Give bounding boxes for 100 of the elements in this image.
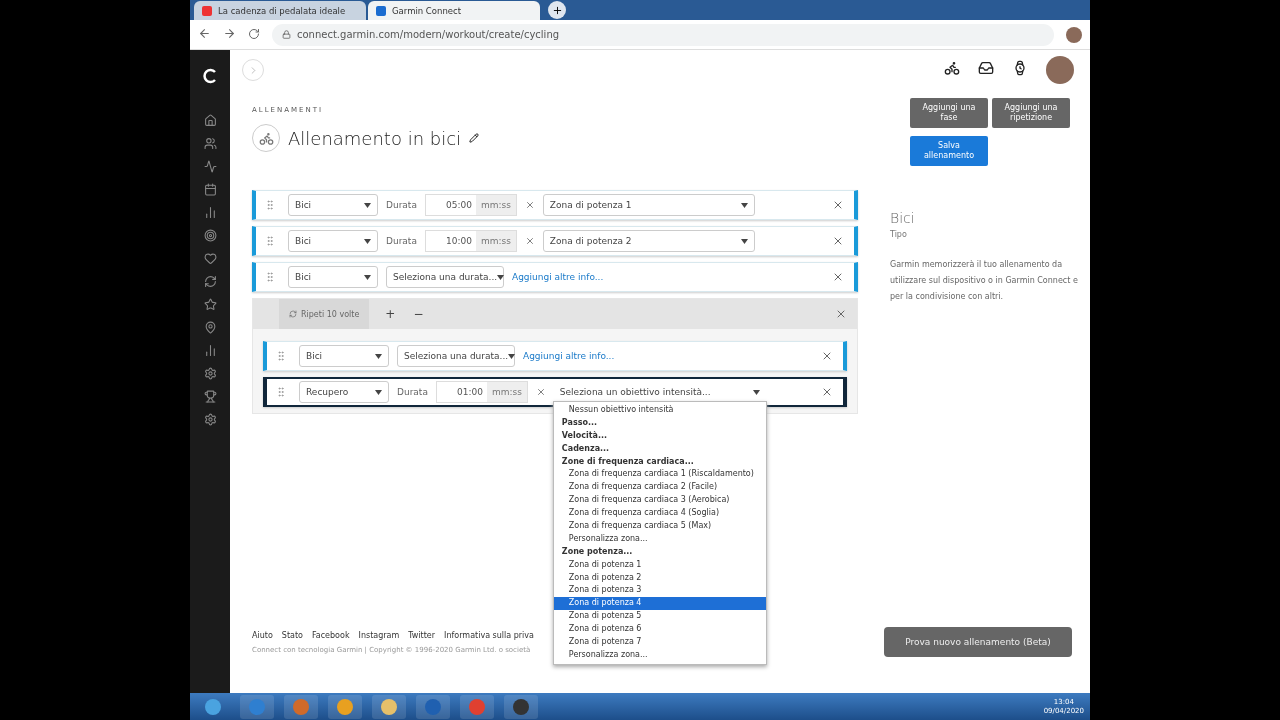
profile-avatar[interactable] bbox=[1046, 56, 1074, 84]
add-info-link[interactable]: Aggiungi altre info... bbox=[512, 272, 604, 282]
dropdown-option[interactable]: Zona di frequenza cardiaca 2 (Facile) bbox=[553, 481, 766, 495]
dropdown-option[interactable]: Velocità... bbox=[553, 429, 766, 443]
caret-icon bbox=[740, 238, 748, 244]
footer-link[interactable]: Stato bbox=[281, 630, 303, 640]
dropdown-option[interactable]: Zona di potenza 6 bbox=[553, 623, 766, 637]
repeat-count-text: Ripeti 10 volte bbox=[301, 309, 360, 319]
duration-select[interactable]: Seleziona una durata... bbox=[386, 266, 504, 288]
nav-icon[interactable] bbox=[203, 413, 217, 426]
nav-icon[interactable] bbox=[203, 114, 217, 127]
repeat-count-label[interactable]: Ripeti 10 volte bbox=[279, 299, 370, 329]
dropdown-option[interactable]: Personalizza zona... bbox=[553, 648, 766, 662]
dropdown-option[interactable]: Zona di potenza 2 bbox=[553, 571, 766, 585]
dropdown-option[interactable]: Passo... bbox=[553, 416, 766, 430]
clear-icon[interactable] bbox=[524, 200, 535, 210]
dropdown-option[interactable]: Cadenza... bbox=[553, 442, 766, 456]
edit-icon[interactable] bbox=[469, 133, 480, 143]
duration-field[interactable]: 05:00 mm:ss bbox=[424, 194, 517, 216]
footer-link[interactable]: Instagram bbox=[358, 630, 400, 640]
nav-icon[interactable] bbox=[203, 183, 217, 196]
taskbar-app-icon[interactable] bbox=[504, 694, 538, 719]
caret-icon bbox=[752, 389, 760, 395]
caret-icon bbox=[508, 353, 516, 359]
beta-button[interactable]: Prova nuovo allenamento (Beta) bbox=[884, 627, 1072, 657]
caret-icon bbox=[740, 202, 748, 208]
dropdown-option[interactable]: Zona di frequenza cardiaca 3 (Aerobica) bbox=[553, 494, 766, 508]
close-icon[interactable] bbox=[832, 271, 844, 283]
dropdown-option[interactable]: Zone di frequenza cardiaca... bbox=[553, 455, 766, 469]
caret-icon bbox=[364, 202, 371, 208]
dropdown-option[interactable]: Zona di frequenza cardiaca 4 (Soglia) bbox=[553, 507, 766, 520]
target-select[interactable]: Zona di potenza 2 bbox=[542, 230, 755, 252]
nav-icon[interactable] bbox=[203, 229, 217, 242]
browser-tab[interactable]: La cadenza di pedalata ideale bbox=[194, 1, 366, 20]
duration-select[interactable]: Seleziona una durata... bbox=[397, 345, 515, 367]
caret-icon bbox=[364, 238, 371, 244]
nav-icon[interactable] bbox=[203, 298, 217, 311]
footer-link[interactable]: Facebook bbox=[311, 630, 350, 640]
favicon-icon bbox=[376, 5, 386, 16]
taskbar-app-icon[interactable] bbox=[328, 694, 362, 719]
dropdown-option[interactable]: Zona di potenza 7 bbox=[553, 636, 766, 649]
dropdown-option[interactable]: Zona di potenza 5 bbox=[553, 610, 766, 624]
dropdown-option[interactable]: Zone potenza... bbox=[553, 545, 766, 559]
duration-label: Durata bbox=[386, 200, 417, 210]
nav-icon[interactable] bbox=[203, 275, 217, 288]
repeat-icon bbox=[289, 310, 297, 318]
clear-icon[interactable] bbox=[535, 387, 546, 397]
duration-field[interactable]: 10:00 mm:ss bbox=[424, 230, 517, 252]
action-button[interactable]: Salva allenamento bbox=[910, 136, 988, 166]
nav-icon[interactable] bbox=[203, 160, 217, 173]
dropdown-option[interactable]: Personalizza zona... bbox=[553, 532, 766, 546]
favicon-icon bbox=[202, 5, 212, 16]
nav-icon[interactable] bbox=[203, 137, 217, 150]
dropdown-option[interactable]: Zona di frequenza cardiaca 1 (Riscaldamento) bbox=[553, 468, 766, 482]
action-button[interactable]: Aggiungi una ripetizione bbox=[992, 98, 1070, 128]
browser-tab[interactable]: Garmin Connect bbox=[368, 1, 540, 20]
plus-icon bbox=[551, 4, 563, 16]
step-type-select[interactable]: Recupero bbox=[299, 381, 389, 403]
footer-link[interactable]: Twitter bbox=[408, 630, 436, 640]
footer-link[interactable]: Aiuto bbox=[252, 630, 273, 640]
duration-label: Durata bbox=[397, 387, 428, 397]
dropdown-option[interactable]: Zona di potenza 1 bbox=[553, 558, 766, 572]
caret-icon bbox=[497, 274, 505, 280]
close-icon[interactable] bbox=[835, 308, 847, 320]
step-type-select[interactable]: Bici bbox=[288, 266, 378, 288]
nav-icon[interactable] bbox=[203, 206, 217, 219]
profile-avatar[interactable] bbox=[1066, 26, 1082, 43]
description-text: Garmin memorizzerà il tuo allenamento da utilizzare sul dispositivo o in Garmin Connect e per la condivisione con altri. bbox=[890, 259, 1079, 303]
close-icon[interactable] bbox=[821, 350, 833, 362]
add-button[interactable]: + bbox=[383, 307, 398, 321]
duration-field[interactable]: 01:00 mm:ss bbox=[435, 381, 528, 403]
dropdown-option[interactable]: Zona di potenza 3 bbox=[553, 584, 766, 598]
nav-icon[interactable] bbox=[203, 344, 217, 357]
step-type-select[interactable]: Bici bbox=[288, 230, 378, 252]
nav-icon[interactable] bbox=[203, 390, 217, 403]
dropdown-option[interactable]: Zona di potenza 4 bbox=[553, 597, 766, 611]
step-type-select[interactable]: Bici bbox=[299, 345, 389, 367]
nav-icon[interactable] bbox=[203, 321, 217, 334]
nav-icon[interactable] bbox=[203, 367, 217, 380]
caret-icon bbox=[364, 274, 371, 280]
sport-name: Bici bbox=[890, 210, 916, 226]
dropdown-option[interactable]: Zona di frequenza cardiaca 5 (Max) bbox=[553, 520, 766, 533]
caret-icon bbox=[375, 353, 382, 359]
close-icon[interactable] bbox=[832, 199, 844, 211]
close-icon[interactable] bbox=[821, 386, 833, 398]
nav-icon[interactable] bbox=[203, 252, 217, 265]
new-tab-button[interactable] bbox=[548, 1, 566, 19]
close-icon[interactable] bbox=[832, 235, 844, 247]
add-info-link[interactable]: Aggiungi altre info... bbox=[523, 351, 615, 361]
remove-button[interactable]: − bbox=[411, 307, 426, 321]
clear-icon[interactable] bbox=[524, 236, 535, 246]
footer-link[interactable]: Informativa sulla priva bbox=[444, 630, 534, 640]
duration-label: Durata bbox=[386, 236, 417, 246]
step-type-select[interactable]: Bici bbox=[288, 194, 378, 216]
sport-label: Tipo bbox=[890, 230, 908, 239]
dropdown-option[interactable]: Nessun obiettivo intensità bbox=[553, 404, 766, 417]
address-bar[interactable]: connect.garmin.com/modern/workout/create/cycling bbox=[272, 23, 1054, 46]
taskbar-app-icon[interactable] bbox=[372, 694, 406, 719]
action-button[interactable]: Aggiungi una fase bbox=[910, 98, 988, 128]
target-select[interactable]: Zona di potenza 1 bbox=[542, 194, 755, 216]
